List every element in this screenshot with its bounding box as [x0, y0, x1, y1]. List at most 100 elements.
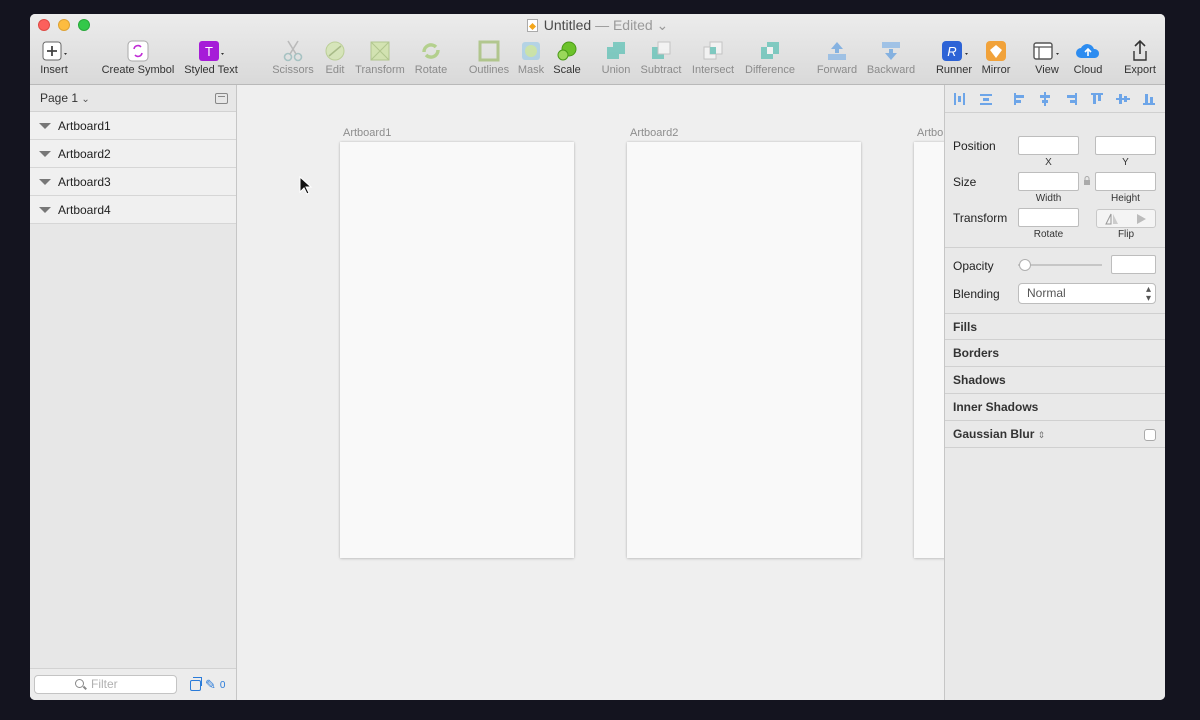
flip-horizontal-icon[interactable]	[1105, 213, 1119, 225]
artboard[interactable]	[340, 142, 574, 558]
transform-button[interactable]: Transform	[352, 38, 408, 84]
disclosure-triangle-icon[interactable]	[39, 151, 51, 157]
mask-button[interactable]: Mask	[516, 38, 546, 84]
styled-text-button[interactable]: T Styled Text	[180, 38, 242, 84]
select-arrows-icon: ▴ ▾	[1145, 284, 1151, 304]
page-selector[interactable]: Page 1 ⌄	[30, 85, 236, 112]
export-button[interactable]: Export	[1120, 38, 1160, 84]
disclosure-triangle-icon[interactable]	[39, 123, 51, 129]
runner-button[interactable]: R Runner	[933, 38, 975, 84]
subtract-button[interactable]: Subtract	[636, 38, 686, 84]
distribute-horizontal-icon[interactable]	[953, 92, 967, 106]
edit-button[interactable]: Edit	[320, 38, 350, 84]
insert-button[interactable]: Insert	[34, 38, 74, 84]
scissors-label: Scissors	[272, 64, 314, 76]
blending-label: Blending	[953, 287, 1000, 301]
filter-input[interactable]: Filter	[34, 675, 177, 694]
filter-placeholder: Filter	[91, 677, 118, 691]
disclosure-triangle-icon[interactable]	[39, 179, 51, 185]
intersect-button[interactable]: Intersect	[688, 38, 738, 84]
section-label: Fills	[953, 320, 978, 334]
mirror-button[interactable]: Mirror	[978, 38, 1014, 84]
mask-label: Mask	[517, 64, 545, 76]
outlines-icon	[478, 40, 500, 62]
forward-label: Forward	[816, 64, 858, 76]
subtract-icon	[652, 41, 671, 59]
layer-artboard4[interactable]: Artboard4	[30, 196, 236, 224]
chevron-down-icon: ⌄	[81, 94, 90, 105]
layer-artboard1[interactable]: Artboard1	[30, 112, 236, 140]
opacity-label: Opacity	[953, 259, 994, 273]
artboard-title[interactable]: Artbo	[917, 127, 943, 139]
inner-shadows-section[interactable]: Inner Shadows	[945, 394, 1165, 421]
height-field[interactable]	[1095, 172, 1156, 191]
outlines-button[interactable]: Outlines	[466, 38, 512, 84]
x-label: X	[1045, 157, 1052, 168]
align-middle-icon[interactable]	[1116, 92, 1130, 106]
align-right-icon[interactable]	[1064, 92, 1078, 106]
intersect-icon	[703, 41, 723, 60]
mouse-cursor-icon	[299, 176, 313, 195]
svg-text:R: R	[947, 44, 956, 59]
shadows-section[interactable]: Shadows	[945, 367, 1165, 394]
width-field[interactable]	[1018, 172, 1079, 191]
layer-artboard3[interactable]: Artboard3	[30, 168, 236, 196]
rotate-field[interactable]	[1018, 208, 1079, 227]
size-label: Size	[953, 175, 977, 189]
disclosure-triangle-icon[interactable]	[39, 207, 51, 213]
align-top-icon[interactable]	[1090, 92, 1104, 106]
align-center-horizontal-icon[interactable]	[1038, 92, 1052, 106]
borders-section[interactable]: Borders	[945, 340, 1165, 367]
styled-text-label: Styled Text	[184, 64, 238, 76]
blending-value: Normal	[1027, 286, 1066, 300]
canvas[interactable]: Artboard1 Artboard2 Artbo	[237, 85, 945, 700]
view-button[interactable]: View	[1031, 38, 1063, 84]
position-x-field[interactable]	[1018, 136, 1079, 155]
view-label: View	[1035, 64, 1059, 76]
layer-artboard2[interactable]: Artboard2	[30, 140, 236, 168]
section-label: Inner Shadows	[953, 400, 1039, 414]
select-arrows-icon[interactable]: ⇕	[1038, 430, 1046, 440]
scissors-button[interactable]: Scissors	[270, 38, 316, 84]
create-symbol-button[interactable]: Create Symbol	[100, 38, 176, 84]
collapse-pages-icon[interactable]	[215, 93, 228, 104]
artboard-title[interactable]: Artboard2	[630, 127, 678, 139]
fills-section[interactable]: Fills	[945, 313, 1165, 340]
union-button[interactable]: Union	[598, 38, 634, 84]
lock-icon[interactable]	[1083, 176, 1091, 186]
backward-button[interactable]: Backward	[864, 38, 918, 84]
opacity-field[interactable]	[1111, 255, 1156, 274]
layer-label: Artboard2	[58, 147, 111, 161]
blending-select[interactable]: Normal ▴ ▾	[1018, 283, 1156, 304]
symbols-filter-icon[interactable]	[190, 676, 202, 691]
artboard[interactable]	[914, 142, 945, 558]
flip-control[interactable]	[1096, 209, 1156, 228]
layer-label: Artboard3	[58, 175, 111, 189]
opacity-slider-thumb[interactable]	[1019, 259, 1031, 271]
styled-text-icon: T	[199, 41, 224, 61]
position-y-field[interactable]	[1095, 136, 1156, 155]
scale-button[interactable]: Scale	[550, 38, 584, 84]
flip-vertical-icon[interactable]	[1135, 213, 1147, 225]
y-label: Y	[1122, 157, 1129, 168]
pencil-icon[interactable]: ✎	[205, 677, 216, 693]
align-left-icon[interactable]	[1013, 92, 1027, 106]
layer-label: Artboard4	[58, 203, 111, 217]
export-icon	[1133, 39, 1147, 61]
artboard-title[interactable]: Artboard1	[343, 127, 391, 139]
forward-button[interactable]: Forward	[814, 38, 860, 84]
chevron-down-icon[interactable]: ⌄	[653, 17, 669, 33]
backward-label: Backward	[866, 64, 916, 76]
align-bottom-icon[interactable]	[1142, 92, 1156, 106]
artboard[interactable]	[627, 142, 861, 558]
difference-button[interactable]: Difference	[742, 38, 798, 84]
cloud-button[interactable]: Cloud	[1070, 38, 1106, 84]
union-icon	[607, 42, 625, 59]
gaussian-blur-section[interactable]: Gaussian Blur ⇕	[945, 421, 1165, 448]
distribute-vertical-icon[interactable]	[979, 92, 993, 106]
gaussian-blur-checkbox[interactable]	[1144, 429, 1156, 441]
document-icon	[526, 19, 538, 32]
scale-label: Scale	[553, 64, 581, 76]
rotate-button[interactable]: Rotate	[410, 38, 452, 84]
scissors-icon	[283, 40, 303, 62]
